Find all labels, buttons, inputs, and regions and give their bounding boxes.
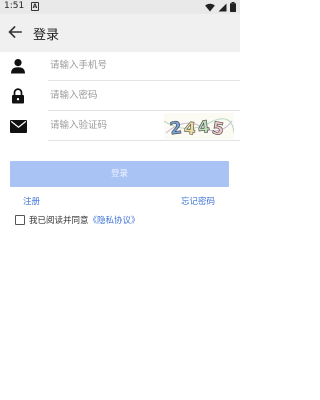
password-input[interactable] — [50, 80, 240, 110]
battery-icon — [230, 2, 236, 12]
agreement-text: 我已阅读并同意 — [29, 216, 89, 226]
captcha-char-3: 4 — [197, 117, 211, 138]
status-time: 1:51 — [4, 1, 25, 11]
app-bar: 登录 — [0, 14, 240, 52]
privacy-policy-link[interactable]: 《隐私协议》 — [89, 214, 140, 226]
signal-icon — [218, 3, 227, 11]
captcha-char-1: 2 — [169, 118, 184, 139]
notification-icon: A — [31, 2, 39, 11]
forgot-password-link[interactable]: 忘记密码 — [181, 195, 215, 207]
captcha-char-4: 5 — [210, 118, 225, 139]
register-link[interactable]: 注册 — [23, 195, 40, 207]
back-button[interactable] — [4, 21, 26, 43]
password-row — [0, 80, 240, 111]
agreement-checkbox[interactable] — [15, 215, 25, 225]
status-bar: 1:51 A — [0, 0, 240, 14]
captcha-char-2: 4 — [183, 119, 197, 139]
divider — [48, 140, 240, 141]
status-icons — [205, 2, 236, 12]
user-icon — [9, 57, 27, 75]
envelope-icon — [9, 117, 27, 135]
agreement-row: 我已阅读并同意 《隐私协议》 — [15, 213, 140, 227]
page-title: 登录 — [33, 28, 60, 43]
phone-input[interactable] — [50, 50, 240, 80]
lock-icon — [9, 87, 27, 105]
wifi-icon — [205, 3, 215, 11]
login-button[interactable]: 登录 — [10, 161, 229, 187]
captcha-image[interactable]: 2 4 4 5 — [164, 113, 234, 139]
arrow-left-icon — [8, 26, 22, 38]
phone-row — [0, 50, 240, 81]
